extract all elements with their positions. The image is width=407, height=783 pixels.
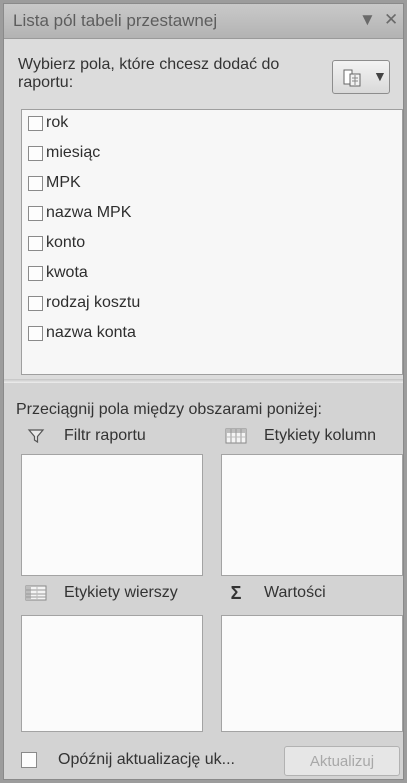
field-list-layout-button[interactable]: ▼	[332, 60, 390, 94]
field-item-rok[interactable]: rok	[28, 111, 68, 135]
row-labels-drop-area[interactable]	[21, 615, 203, 732]
field-item-kwota[interactable]: kwota	[28, 261, 88, 285]
pivot-field-list-panel: Lista pól tabeli przestawnej ▼ ✕ Wybierz…	[3, 3, 404, 780]
field-item-nazwa-mpk[interactable]: nazwa MPK	[28, 201, 131, 225]
field-checkbox[interactable]	[28, 325, 43, 341]
field-item-miesiac[interactable]: miesiąc	[28, 141, 100, 165]
column-labels-header: Etykiety kolumn	[224, 424, 376, 448]
panel-title-bar: Lista pól tabeli przestawnej ▼ ✕	[4, 4, 403, 39]
field-list-layout-icon	[342, 67, 364, 94]
defer-update-label: Opóźnij aktualizację uk...	[58, 751, 235, 768]
update-button[interactable]: Aktualizuj	[284, 746, 400, 776]
row-labels-label: Etykiety wierszy	[64, 584, 178, 601]
field-label: rok	[46, 114, 69, 131]
field-list[interactable]: rok miesiąc MPK nazwa MPK konto kwota ro…	[21, 109, 403, 375]
sigma-icon: Σ	[230, 582, 242, 603]
chevron-down-icon: ▼	[373, 68, 387, 84]
areas-instruction: Przeciągnij pola między obszarami poniże…	[16, 401, 322, 418]
field-section: Wybierz pola, które chcesz dodać do rapo…	[4, 39, 403, 379]
report-filter-label: Filtr raportu	[64, 427, 146, 444]
panel-menu-dropdown-icon[interactable]: ▼	[359, 10, 376, 30]
field-item-rodzaj-kosztu[interactable]: rodzaj kosztu	[28, 291, 140, 315]
panel-title: Lista pól tabeli przestawnej	[13, 11, 218, 30]
report-filter-header: Filtr raportu	[24, 424, 146, 448]
field-checkbox[interactable]	[28, 235, 43, 251]
field-instruction: Wybierz pola, które chcesz dodać do rapo…	[18, 56, 280, 91]
values-label: Wartości	[264, 584, 326, 601]
field-checkbox[interactable]	[28, 145, 43, 161]
defer-update-checkbox[interactable]	[21, 752, 37, 768]
field-item-mpk[interactable]: MPK	[28, 171, 81, 195]
field-label: miesiąc	[46, 144, 101, 161]
field-label: rodzaj kosztu	[46, 294, 141, 311]
filter-funnel-icon	[24, 427, 48, 445]
field-checkbox[interactable]	[28, 175, 43, 191]
report-filter-drop-area[interactable]	[21, 454, 203, 576]
field-item-nazwa-konta[interactable]: nazwa konta	[28, 321, 136, 345]
field-label: kwota	[46, 264, 88, 281]
row-labels-header: Etykiety wierszy	[24, 581, 178, 605]
field-label: nazwa konta	[46, 324, 136, 341]
field-item-konto[interactable]: konto	[28, 231, 85, 255]
column-labels-drop-area[interactable]	[221, 454, 403, 576]
panel-footer: Opóźnij aktualizację uk... Aktualizuj	[4, 741, 403, 779]
field-checkbox[interactable]	[28, 205, 43, 221]
column-grid-icon	[224, 427, 248, 445]
values-header: Σ Wartości	[224, 581, 326, 605]
values-drop-area[interactable]	[221, 615, 403, 732]
close-icon[interactable]: ✕	[384, 10, 398, 30]
field-checkbox[interactable]	[28, 265, 43, 281]
column-labels-label: Etykiety kolumn	[264, 427, 377, 444]
areas-section: Przeciągnij pola między obszarami poniże…	[4, 383, 403, 779]
field-label: nazwa MPK	[46, 204, 132, 221]
field-checkbox[interactable]	[28, 115, 43, 131]
field-label: konto	[46, 234, 86, 251]
field-checkbox[interactable]	[28, 295, 43, 311]
field-label: MPK	[46, 174, 81, 191]
row-grid-icon	[24, 584, 48, 602]
